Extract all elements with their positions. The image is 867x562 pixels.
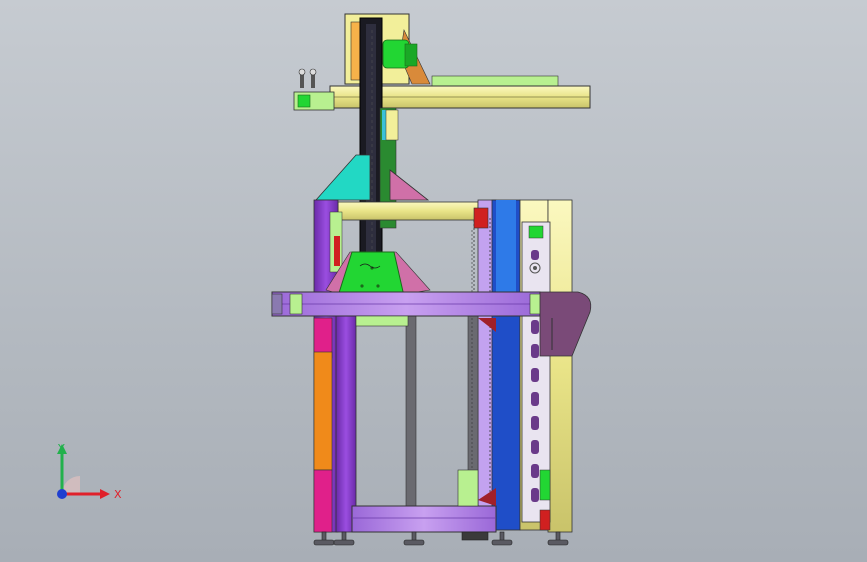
bottom-cross-beam xyxy=(351,469,497,533)
cad-viewport[interactable]: Y X xyxy=(0,0,867,562)
gantry-machine-model[interactable] xyxy=(0,0,867,562)
top-x-axis-rail xyxy=(293,68,591,111)
cable-carrier xyxy=(521,221,551,531)
y-axis-label: Y xyxy=(57,442,65,455)
limit-switch-pair xyxy=(298,68,317,88)
z-column-top-bracket xyxy=(344,13,431,85)
end-cap-bracket xyxy=(539,291,592,357)
axis-triad: Y X xyxy=(57,442,122,501)
leveling-feet xyxy=(313,531,569,546)
z-axis-dot xyxy=(57,489,67,499)
x-axis-label: X xyxy=(114,488,122,501)
